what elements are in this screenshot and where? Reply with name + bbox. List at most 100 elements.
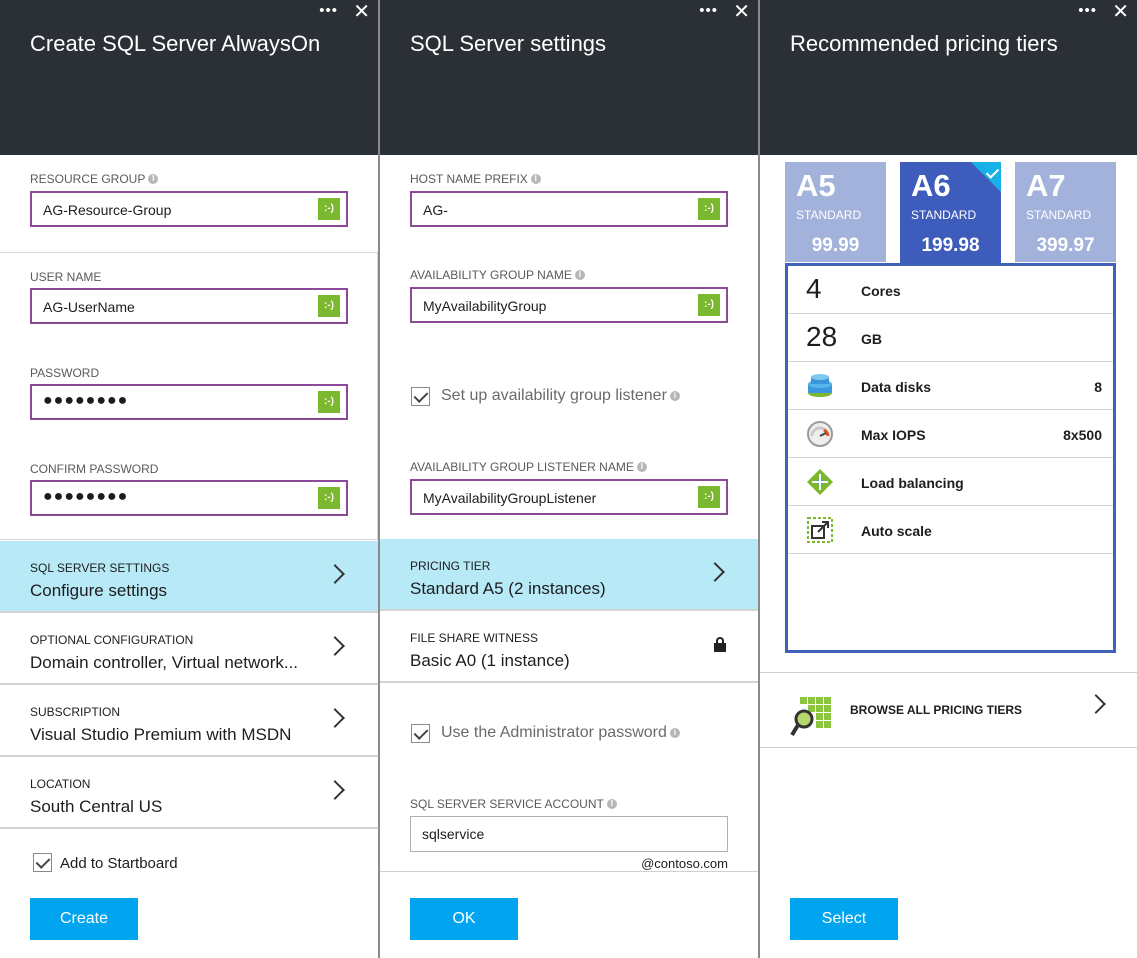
nav-location[interactable]: LOCATION South Central US [0,757,378,829]
close-icon[interactable]: ✕ [353,2,370,22]
chevron-right-icon [1091,693,1105,715]
nav-optional-configuration[interactable]: OPTIONAL CONFIGURATION Domain controller… [0,613,378,685]
memory-label: GB [861,331,882,347]
confirm-password-input[interactable]: ●●●●●●●● :-) [30,480,348,516]
divider [380,871,758,872]
tier-label: STANDARD [1026,208,1092,222]
availability-group-name-input[interactable]: MyAvailabilityGroup :-) [410,287,728,323]
availability-group-name-value: MyAvailabilityGroup [423,298,547,314]
info-icon[interactable]: i [669,391,680,401]
cores-label: Cores [861,283,901,299]
cores-value: 4 [806,273,822,304]
gauge-icon [807,421,833,447]
password-value: ●●●●●●●● [43,392,129,409]
tier-card-a5[interactable]: A5 STANDARD 99.99 [785,162,886,262]
resource-group-input[interactable]: AG-Resource-Group :-) [30,191,348,227]
spec-row-max-iops: Max IOPS 8x500 [788,410,1113,458]
host-name-prefix-input[interactable]: AG- :-) [410,191,728,227]
password-input[interactable]: ●●●●●●●● :-) [30,384,348,420]
nav-sql-server-settings[interactable]: SQL SERVER SETTINGS Configure settings [0,541,378,613]
browse-label: BROWSE ALL PRICING TIERS [850,703,1023,717]
selected-corner [971,162,1001,192]
auto-scale-icon [807,517,833,543]
service-account-value: sqlservice [422,826,485,842]
user-name-value: AG-UserName [43,299,135,315]
lock-icon [714,637,726,652]
confirm-password-label: CONFIRM PASSWORD [30,462,159,476]
data-disks-label: Data disks [861,379,932,395]
nav-label: OPTIONAL CONFIGURATION [30,633,194,647]
service-account-input[interactable]: sqlservice [410,816,728,852]
browse-tiers-icon [790,697,831,737]
more-options-icon[interactable]: ••• [699,2,718,19]
tier-name: A7 [1026,168,1066,203]
select-button[interactable]: Select [790,898,898,940]
service-account-label: SQL SERVER SERVICE ACCOUNT i [410,797,617,811]
create-button[interactable]: Create [30,898,138,940]
nav-label: PRICING TIER [410,559,491,573]
chevron-right-icon [710,561,724,583]
info-icon[interactable]: i [606,799,617,809]
spec-row-memory: 28 GB [788,314,1113,362]
ok-button[interactable]: OK [410,898,518,940]
valid-check-icon: :-) [318,487,340,509]
chevron-right-icon [330,779,344,801]
user-name-input[interactable]: AG-UserName :-) [30,288,348,324]
blade-title: Recommended pricing tiers [790,31,1058,56]
valid-check-icon: :-) [318,198,340,220]
valid-check-icon: :-) [698,198,720,220]
max-iops-value: 8x500 [1063,427,1102,443]
nav-label: FILE SHARE WITNESS [410,631,539,645]
info-icon[interactable]: i [669,728,680,738]
valid-check-icon: :-) [698,294,720,316]
max-iops-label: Max IOPS [861,427,926,443]
blade-header: Recommended pricing tiers ••• ✕ [760,0,1137,155]
listener-checkbox[interactable] [411,387,430,406]
spec-row-cores: 4 Cores [788,266,1113,314]
confirm-password-value: ●●●●●●●● [43,488,129,505]
admin-password-checkbox[interactable] [411,724,430,743]
user-name-label: USER NAME [30,270,102,284]
info-icon[interactable]: i [148,174,159,184]
blade-create-sql-server: Create SQL Server AlwaysOn ••• ✕ RESOURC… [0,0,378,958]
nav-value: Domain controller, Virtual network... [30,653,299,672]
domain-suffix: @contoso.com [641,856,728,871]
memory-value: 28 [806,321,838,352]
more-options-icon[interactable]: ••• [319,2,338,19]
nav-subscription[interactable]: SUBSCRIPTION Visual Studio Premium with … [0,685,378,757]
tier-card-a6[interactable]: A6 STANDARD 199.98 [900,162,1001,266]
load-balancing-label: Load balancing [861,475,964,491]
chevron-right-icon [330,707,344,729]
tier-card-a7[interactable]: A7 STANDARD 399.97 [1015,162,1116,262]
nav-label: SUBSCRIPTION [30,705,121,719]
tier-name: A6 [911,168,951,203]
nav-value: Basic A0 (1 instance) [410,651,570,670]
data-disks-icon [808,374,832,397]
resource-group-label: RESOURCE GROUP i [30,172,159,186]
chevron-right-icon [330,563,344,585]
tier-price: 199.98 [921,235,980,256]
close-icon[interactable]: ✕ [1112,2,1129,22]
data-disks-value: 8 [1094,379,1102,395]
browse-all-pricing-tiers[interactable]: BROWSE ALL PRICING TIERS [760,672,1137,748]
blade-title: Create SQL Server AlwaysOn [30,31,321,56]
spec-row-load-balancing: Load balancing [788,458,1113,506]
nav-pricing-tier[interactable]: PRICING TIER Standard A5 (2 instances) [380,539,758,611]
listener-checkbox-label: Set up availability group listener i [441,387,680,405]
info-icon[interactable]: i [636,462,647,472]
tier-spec-panel: 4 Cores 28 GB Data disks 8 Max IOPS 8x50… [785,263,1116,653]
info-icon[interactable]: i [530,174,541,184]
listener-name-value: MyAvailabilityGroupListener [423,490,597,506]
listener-name-input[interactable]: MyAvailabilityGroupListener :-) [410,479,728,515]
spec-row-data-disks: Data disks 8 [788,362,1113,410]
nav-value: Configure settings [30,581,168,600]
blade-title: SQL Server settings [410,31,607,56]
add-to-startboard-checkbox[interactable] [33,853,52,872]
add-to-startboard-label: Add to Startboard [60,855,178,872]
blade-header: Create SQL Server AlwaysOn ••• ✕ [0,0,378,155]
host-name-prefix-label: HOST NAME PREFIX i [410,172,541,186]
info-icon[interactable]: i [574,270,585,280]
close-icon[interactable]: ✕ [733,2,750,22]
availability-group-name-label: AVAILABILITY GROUP NAME i [410,268,585,282]
more-options-icon[interactable]: ••• [1078,2,1097,19]
